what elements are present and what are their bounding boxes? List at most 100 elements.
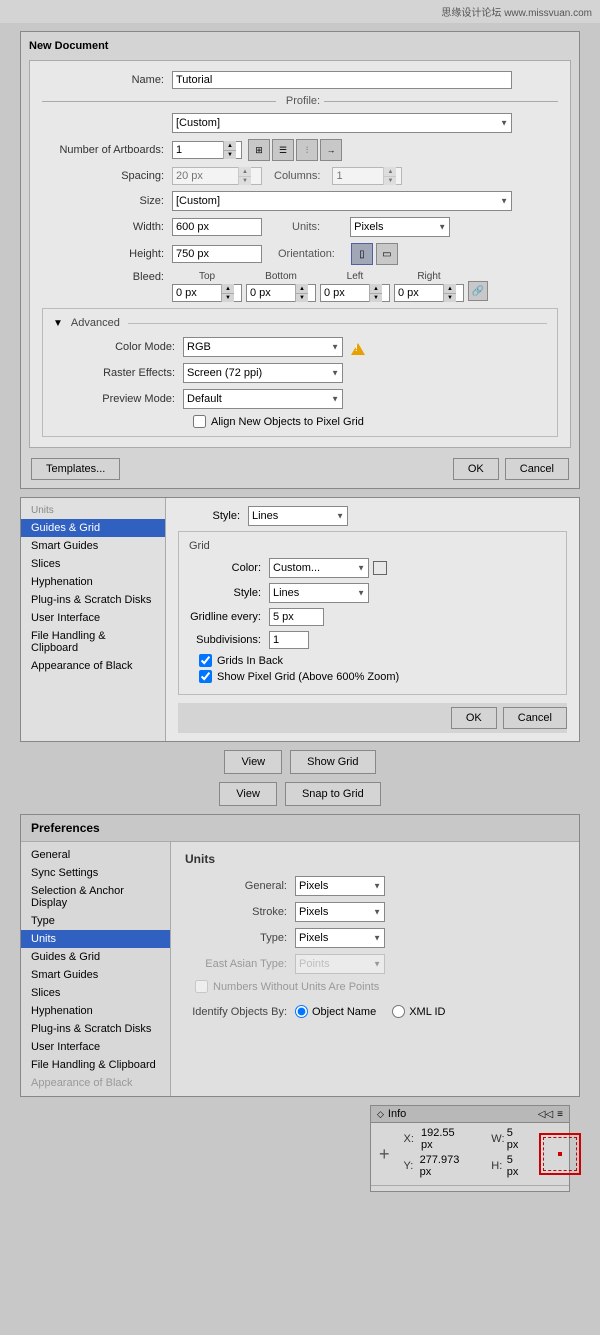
- sidebar-item-smart-guides[interactable]: Smart Guides: [21, 537, 165, 555]
- sidebar-item-units[interactable]: Units: [21, 502, 165, 519]
- columns-label: Columns:: [274, 170, 320, 182]
- landscape-btn[interactable]: ▭: [376, 243, 398, 265]
- bleed-bottom-up[interactable]: ▲: [296, 284, 308, 293]
- portrait-btn[interactable]: ▯: [351, 243, 373, 265]
- units-select[interactable]: Pixels: [350, 217, 450, 237]
- sidebar-item-hyphenation[interactable]: Hyphenation: [21, 573, 165, 591]
- name-input[interactable]: [172, 71, 512, 89]
- subdivisions-input[interactable]: [269, 631, 309, 649]
- guide-style-select[interactable]: Lines: [248, 506, 348, 526]
- raster-effects-select[interactable]: Screen (72 ppi): [183, 363, 343, 383]
- grid-ok-button[interactable]: OK: [451, 707, 497, 729]
- sidebar-item-file-handling[interactable]: File Handling & Clipboard: [21, 627, 165, 657]
- columns-input[interactable]: [333, 170, 383, 182]
- artboards-input[interactable]: [173, 144, 223, 156]
- ok-button[interactable]: OK: [453, 458, 499, 480]
- arrow-right-btn[interactable]: →: [320, 139, 342, 161]
- grid-color-swatch[interactable]: [373, 561, 387, 575]
- show-pixel-grid-checkbox[interactable]: [199, 670, 212, 683]
- sidebar-slices[interactable]: Slices: [21, 984, 170, 1002]
- sidebar-smart-guides[interactable]: Smart Guides: [21, 966, 170, 984]
- stroke-units-select[interactable]: Pixels: [295, 902, 385, 922]
- bleed-section: Bleed: Top ▲ ▼: [42, 271, 558, 302]
- w-label: W:: [491, 1133, 507, 1145]
- preview-mode-select[interactable]: Default: [183, 389, 343, 409]
- spacing-input[interactable]: [173, 170, 238, 182]
- object-name-radio[interactable]: [295, 1005, 308, 1018]
- grid-style-select[interactable]: Lines: [269, 583, 369, 603]
- bleed-top-down[interactable]: ▼: [222, 293, 234, 302]
- cancel-button[interactable]: Cancel: [505, 458, 569, 480]
- bleed-right-up[interactable]: ▲: [444, 284, 456, 293]
- columns-down-btn[interactable]: ▼: [384, 176, 396, 185]
- bleed-right-down[interactable]: ▼: [444, 293, 456, 302]
- sidebar-sync[interactable]: Sync Settings: [21, 864, 170, 882]
- xml-id-radio[interactable]: [392, 1005, 405, 1018]
- sidebar-hyphenation[interactable]: Hyphenation: [21, 1002, 170, 1020]
- east-asian-row: East Asian Type: Points: [185, 954, 565, 974]
- pixel-preview: [539, 1133, 581, 1175]
- sidebar-units[interactable]: Units: [21, 930, 170, 948]
- grid-icon-btn[interactable]: ⊞: [248, 139, 270, 161]
- gridline-input[interactable]: [269, 608, 324, 626]
- advanced-arrow[interactable]: ▼: [53, 318, 63, 329]
- bleed-left-input[interactable]: [321, 287, 369, 299]
- sidebar-general[interactable]: General: [21, 846, 170, 864]
- bleed-left-label: Left: [320, 271, 390, 282]
- w-row: W: 5 px: [491, 1127, 523, 1151]
- templates-button[interactable]: Templates...: [31, 458, 120, 480]
- sidebar-plugins[interactable]: Plug-ins & Scratch Disks: [21, 1020, 170, 1038]
- bleed-bottom-down[interactable]: ▼: [296, 293, 308, 302]
- sidebar-item-slices[interactable]: Slices: [21, 555, 165, 573]
- bleed-bottom-input[interactable]: [247, 287, 295, 299]
- type-units-label: Type:: [185, 932, 295, 944]
- bleed-link-btn[interactable]: 🔗: [468, 281, 488, 301]
- bleed-left-up[interactable]: ▲: [370, 284, 382, 293]
- sidebar-selection[interactable]: Selection & Anchor Display: [21, 882, 170, 912]
- snap-to-grid-button[interactable]: Snap to Grid: [285, 782, 381, 806]
- profile-section-label: Profile:: [282, 95, 324, 107]
- sidebar-type[interactable]: Type: [21, 912, 170, 930]
- numbers-row: Numbers Without Units Are Points: [195, 980, 565, 993]
- sidebar-file-handling[interactable]: File Handling & Clipboard: [21, 1056, 170, 1074]
- artboards-down-btn[interactable]: ▼: [224, 150, 236, 159]
- sidebar-item-plugins[interactable]: Plug-ins & Scratch Disks: [21, 591, 165, 609]
- bleed-top-up[interactable]: ▲: [222, 284, 234, 293]
- prefs-full-title: Preferences: [21, 815, 579, 842]
- bleed-left-down[interactable]: ▼: [370, 293, 382, 302]
- columns-up-btn[interactable]: ▲: [384, 167, 396, 176]
- sidebar-item-appearance[interactable]: Appearance of Black: [21, 657, 165, 675]
- bleed-right-input[interactable]: [395, 287, 443, 299]
- profile-select[interactable]: [Custom]: [172, 113, 512, 133]
- bleed-label: Bleed:: [42, 271, 172, 302]
- view-button-1[interactable]: View: [224, 750, 282, 774]
- align-pixel-checkbox[interactable]: [193, 415, 206, 428]
- row-icon-btn[interactable]: ☰: [272, 139, 294, 161]
- grid-cancel-button[interactable]: Cancel: [503, 707, 567, 729]
- size-select[interactable]: [Custom]: [172, 191, 512, 211]
- raster-effects-label: Raster Effects:: [53, 367, 183, 379]
- sidebar-item-guides-grid[interactable]: Guides & Grid: [21, 519, 165, 537]
- height-input[interactable]: [172, 245, 262, 263]
- sidebar-item-ui[interactable]: User Interface: [21, 609, 165, 627]
- color-mode-select[interactable]: RGB: [183, 337, 343, 357]
- col-icon-btn[interactable]: ⫶: [296, 139, 318, 161]
- grid-color-select[interactable]: Custom...: [269, 558, 369, 578]
- artboards-up-btn[interactable]: ▲: [224, 141, 236, 150]
- identify-label: Identify Objects By:: [185, 1006, 295, 1018]
- show-grid-button[interactable]: Show Grid: [290, 750, 375, 774]
- sidebar-guides-grid[interactable]: Guides & Grid: [21, 948, 170, 966]
- info-menu-icon[interactable]: ≡: [557, 1109, 563, 1120]
- grids-in-back-checkbox[interactable]: [199, 654, 212, 667]
- grids-in-back-row: Grids In Back: [199, 654, 556, 667]
- type-units-select[interactable]: Pixels: [295, 928, 385, 948]
- view-button-2[interactable]: View: [219, 782, 277, 806]
- width-input[interactable]: [172, 218, 262, 236]
- sidebar-ui[interactable]: User Interface: [21, 1038, 170, 1056]
- general-units-select[interactable]: Pixels: [295, 876, 385, 896]
- spacing-up-btn[interactable]: ▲: [239, 167, 251, 176]
- size-label: Size:: [42, 195, 172, 207]
- spacing-down-btn[interactable]: ▼: [239, 176, 251, 185]
- bleed-top-input[interactable]: [173, 287, 221, 299]
- info-expand-icon[interactable]: ◁◁: [538, 1109, 553, 1120]
